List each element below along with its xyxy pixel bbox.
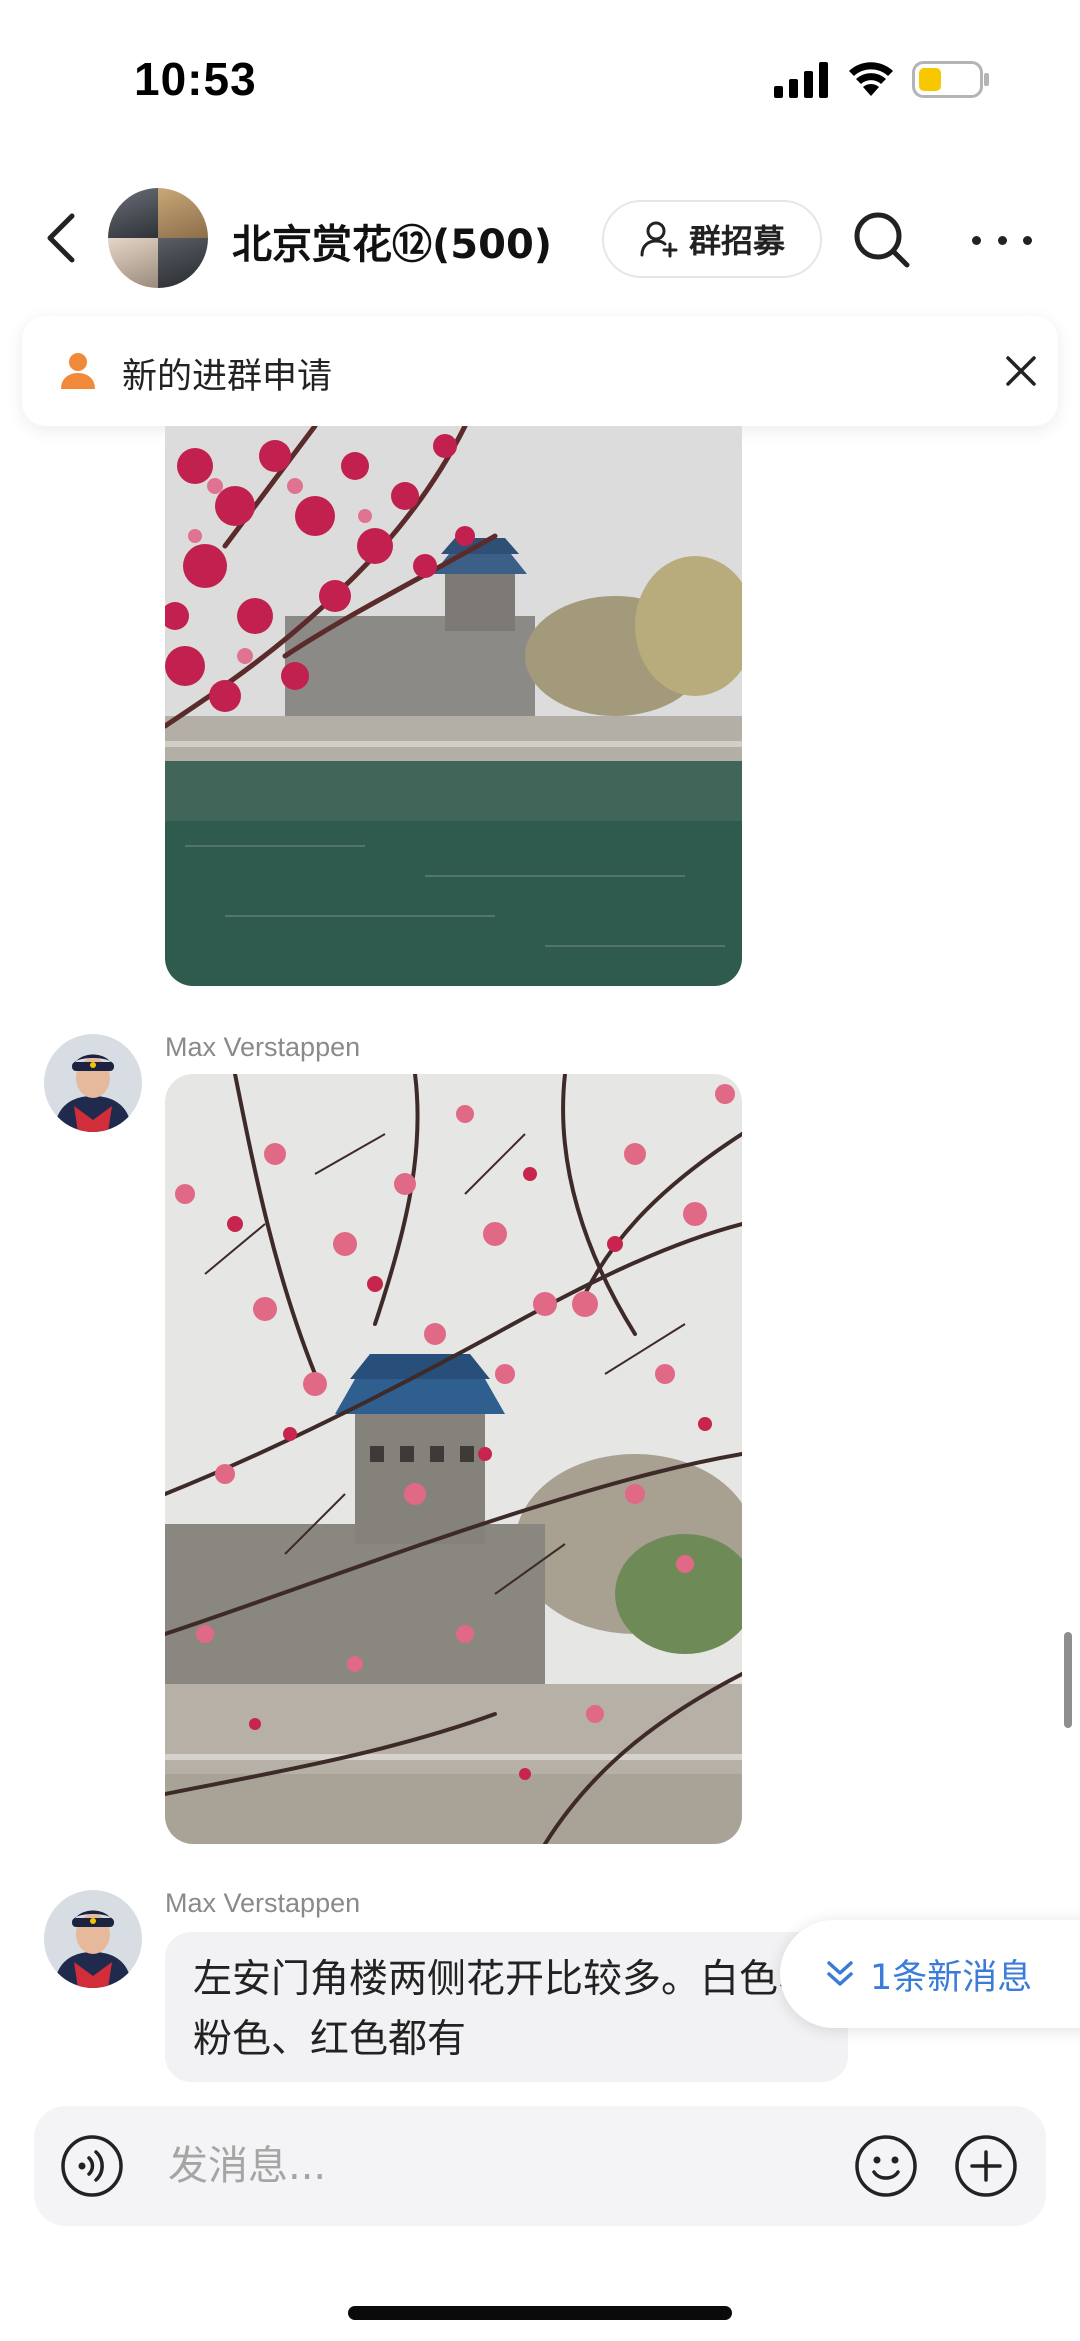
chat-header: 北京赏花⑫(500) 群招募 bbox=[0, 180, 1080, 300]
avatar[interactable] bbox=[44, 1034, 142, 1132]
image-message[interactable] bbox=[165, 426, 742, 986]
sender-name: Max Verstappen bbox=[165, 1032, 361, 1062]
home-indicator[interactable] bbox=[348, 2306, 732, 2320]
status-time: 10:53 bbox=[134, 53, 257, 105]
avatar[interactable] bbox=[44, 1890, 142, 1988]
scrollbar[interactable] bbox=[1064, 1632, 1072, 1728]
blossom-photo-2 bbox=[165, 1074, 742, 1844]
group-avatar[interactable] bbox=[108, 188, 208, 288]
message-composer bbox=[34, 2106, 1046, 2226]
search-icon[interactable] bbox=[852, 210, 912, 270]
group-title[interactable]: 北京赏花⑫(500) bbox=[232, 212, 552, 270]
double-chevron-down-icon bbox=[827, 1961, 853, 1986]
new-message-label: 1条新消息 bbox=[870, 1957, 1033, 1998]
join-request-banner[interactable]: 新的进群申请 bbox=[22, 316, 1058, 426]
message-input[interactable] bbox=[168, 2136, 728, 2196]
group-recruit-button[interactable]: 群招募 bbox=[602, 200, 822, 278]
voice-icon[interactable] bbox=[60, 2134, 124, 2198]
person-icon bbox=[61, 353, 95, 389]
wifi-icon bbox=[849, 62, 893, 96]
blossom-photo-1 bbox=[165, 426, 742, 986]
emoji-icon[interactable] bbox=[854, 2134, 918, 2198]
image-message[interactable] bbox=[165, 1074, 742, 1844]
join-request-text: 新的进群申请 bbox=[122, 357, 333, 397]
more-icon[interactable] bbox=[972, 210, 1032, 270]
new-message-badge[interactable]: 1条新消息 bbox=[780, 1920, 1080, 2028]
group-recruit-label: 群招募 bbox=[688, 222, 785, 260]
close-icon[interactable] bbox=[1004, 354, 1038, 388]
cellular-signal-icon bbox=[774, 62, 828, 98]
sender-name: Max Verstappen bbox=[165, 1888, 361, 1918]
plus-icon[interactable] bbox=[954, 2134, 1018, 2198]
add-person-icon bbox=[640, 221, 678, 258]
status-bar: 10:53 bbox=[0, 0, 1080, 150]
battery-icon bbox=[912, 61, 989, 98]
back-icon[interactable] bbox=[36, 208, 86, 268]
text-message[interactable]: 左安门角楼两侧花开比较多。白色、粉色、红色都有 bbox=[165, 1932, 848, 2082]
